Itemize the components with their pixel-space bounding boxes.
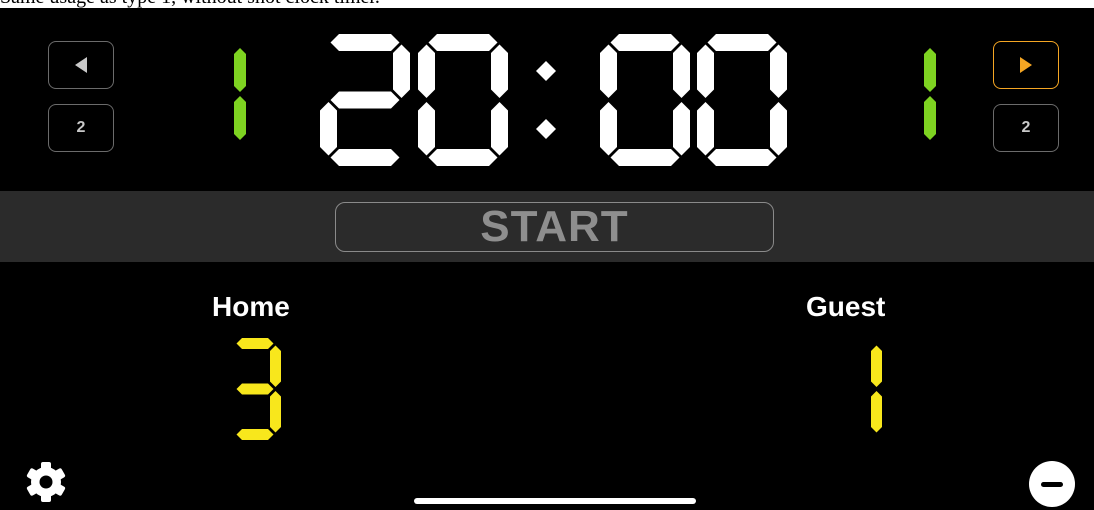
segment-d — [610, 149, 680, 166]
segment-b — [924, 48, 936, 92]
segment-e — [600, 102, 617, 156]
segment-a — [236, 338, 274, 349]
segment-b — [770, 44, 787, 98]
arrow-right-icon — [1020, 57, 1032, 73]
segment-b — [393, 44, 410, 98]
minus-circle-icon[interactable] — [1029, 461, 1075, 507]
caption-strip: Same usage as type 1, without shot clock… — [0, 0, 1094, 8]
clock-colon-top — [536, 61, 556, 81]
start-button[interactable]: START — [335, 202, 774, 252]
segment-b — [673, 44, 690, 98]
right-period-sub-button[interactable]: 2 — [993, 104, 1059, 152]
segment-d — [236, 429, 274, 440]
period-prev-button[interactable] — [48, 41, 114, 89]
segment-g — [236, 383, 274, 395]
segment-d — [330, 149, 400, 166]
segment-d — [707, 149, 777, 166]
segment-e — [418, 102, 435, 156]
gear-icon[interactable] — [23, 459, 69, 505]
right-period-display[interactable] — [890, 40, 940, 152]
game-clock[interactable] — [310, 32, 810, 168]
segment-b — [234, 48, 246, 92]
segment-f — [697, 44, 714, 98]
clock-colon-bottom — [536, 119, 556, 139]
home-score[interactable] — [229, 338, 285, 444]
segment-b — [871, 345, 882, 387]
segment-b — [270, 345, 281, 387]
segment-a — [428, 34, 498, 51]
home-label: Home — [212, 291, 290, 322]
arrow-left-icon — [75, 57, 87, 73]
minus-bar — [1041, 481, 1063, 487]
segment-b — [491, 44, 508, 98]
left-period-sub-button[interactable]: 2 — [48, 104, 114, 152]
caption-text: Same usage as type 1, without shot clock… — [0, 0, 380, 8]
segment-a — [610, 34, 680, 51]
segment-d — [428, 149, 498, 166]
guest-label: Guest — [806, 291, 886, 322]
segment-c — [871, 391, 882, 433]
segment-e — [697, 102, 714, 156]
segment-f — [418, 44, 435, 98]
segment-c — [270, 391, 281, 433]
segment-c — [234, 96, 246, 140]
period-next-button[interactable] — [993, 41, 1059, 89]
segment-c — [491, 102, 508, 156]
segment-c — [673, 102, 690, 156]
segment-a — [330, 34, 400, 51]
segment-g — [330, 91, 400, 109]
segment-a — [707, 34, 777, 51]
segment-f — [600, 44, 617, 98]
segment-e — [320, 102, 337, 156]
segment-c — [924, 96, 936, 140]
guest-score[interactable] — [830, 338, 886, 444]
left-period-display[interactable] — [200, 40, 250, 152]
home-indicator[interactable] — [414, 498, 696, 504]
segment-c — [770, 102, 787, 156]
